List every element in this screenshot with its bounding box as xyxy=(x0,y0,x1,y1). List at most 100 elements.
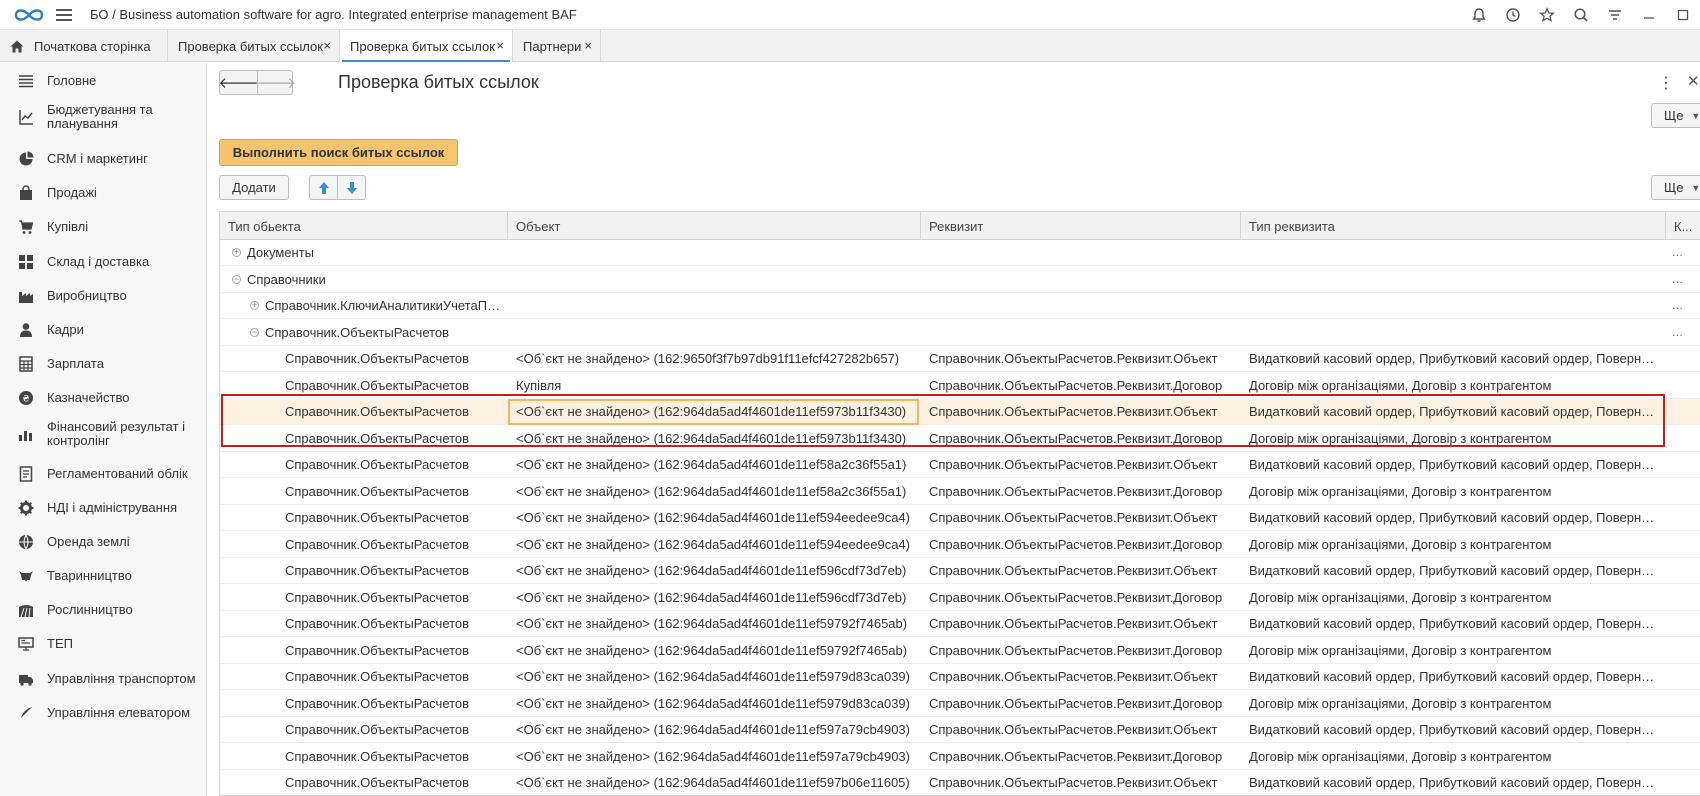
tab-partners[interactable]: Партнери × xyxy=(513,30,601,62)
table-row[interactable]: Справочник.ОбъектыРасчетов <Об`єкт не зн… xyxy=(220,426,1700,452)
maximize-icon[interactable] xyxy=(1666,0,1700,30)
cell-object-type: Справочник.ОбъектыРасчетов xyxy=(285,510,470,525)
cell-attribute-type: Договір між організаціями, Договір з кон… xyxy=(1249,483,1552,499)
sidebar-item-production[interactable]: Виробництво xyxy=(0,280,207,312)
sidebar-item-budgeting[interactable]: Бюджетування та планування xyxy=(0,97,207,137)
cell-object[interactable]: Купівля xyxy=(516,373,916,399)
cell-object[interactable]: <Об`єкт не знайдено> (162:964da5ad4f4601… xyxy=(508,399,919,425)
table-row[interactable]: Справочник.ОбъектыРасчетов <Об`єкт не зн… xyxy=(220,638,1700,664)
tab-home[interactable]: Початкова сторінка xyxy=(0,30,168,62)
tab-close-icon[interactable]: × xyxy=(496,38,504,53)
sidebar-item-hr[interactable]: Кадри xyxy=(0,314,207,346)
table-row[interactable]: Справочник.ОбъектыРасчетов <Об`єкт не зн… xyxy=(220,585,1700,611)
forward-arrow-icon[interactable]: 🡒 xyxy=(256,71,296,94)
filter-icon[interactable] xyxy=(1598,0,1632,30)
expand-icon[interactable]: + xyxy=(250,301,259,310)
collapse-icon[interactable]: − xyxy=(232,274,241,284)
sidebar-item-crm[interactable]: CRM і маркетинг xyxy=(0,143,207,175)
cell-object[interactable]: <Об`єкт не знайдено> (162:964da5ad4f4601… xyxy=(516,532,916,558)
cell-object[interactable]: <Об`єкт не знайдено> (162:964da5ad4f4601… xyxy=(516,479,916,505)
sidebar-item-crop-production[interactable]: Рослинництво xyxy=(0,594,207,626)
add-button[interactable]: Додати xyxy=(219,175,289,200)
table-row[interactable]: Справочник.ОбъектыРасчетов <Об`єкт не зн… xyxy=(220,452,1700,478)
tab-close-icon[interactable]: × xyxy=(584,38,592,53)
cell-object[interactable]: <Об`єкт не знайдено> (162:964da5ad4f4601… xyxy=(516,717,916,743)
sidebar-item-salary[interactable]: Зарплата xyxy=(0,348,207,380)
sidebar-item-admin[interactable]: НДІ і адміністрування xyxy=(0,492,207,524)
cell-object[interactable]: <Об`єкт не знайдено> (162:964da5ad4f4601… xyxy=(516,611,916,637)
more-vertical-icon[interactable]: ⋮ xyxy=(1658,73,1674,93)
move-up-icon[interactable] xyxy=(310,176,337,199)
column-header-object-type[interactable]: Тип обьекта xyxy=(220,212,507,240)
cell-object[interactable]: <Об`єкт не знайдено> (162:9650f3f7b97db9… xyxy=(516,346,916,372)
cell-object[interactable]: <Об`єкт не знайдено> (162:964da5ad4f4601… xyxy=(516,638,916,664)
sidebar-item-elevator[interactable]: Управління елеватором xyxy=(0,697,207,729)
cell-object[interactable]: <Об`єкт не знайдено> (162:964da5ad4f4601… xyxy=(516,744,916,770)
group-row[interactable]: − Справочник.ОбъектыРасчетов ... xyxy=(220,320,1700,346)
sidebar-item-treasury[interactable]: ₴ Казначейство xyxy=(0,382,207,414)
form-more-button[interactable]: Ще ▼ xyxy=(1651,103,1700,128)
sidebar-item-main[interactable]: Головне xyxy=(0,65,207,97)
table-more-button[interactable]: Ще ▼ xyxy=(1651,175,1700,200)
table-row[interactable]: Справочник.ОбъектыРасчетов <Об`єкт не зн… xyxy=(220,399,1700,425)
move-down-icon[interactable] xyxy=(337,176,365,199)
sidebar-item-warehouse[interactable]: Склад і доставка xyxy=(0,246,207,278)
table-row[interactable]: Справочник.ОбъектыРасчетов <Об`єкт не зн… xyxy=(220,744,1700,770)
history-icon[interactable] xyxy=(1496,0,1530,30)
sidebar-item-land-lease[interactable]: Оренда землі xyxy=(0,526,207,558)
sidebar-item-financial-result[interactable]: Фінансовий результат і контролінг xyxy=(0,414,207,454)
table-row[interactable]: Справочник.ОбъектыРасчетов <Об`єкт не зн… xyxy=(220,558,1700,584)
sidebar-item-livestock[interactable]: Тваринництво xyxy=(0,560,207,592)
table-row[interactable]: Справочник.ОбъектыРасчетов <Об`єкт не зн… xyxy=(220,532,1700,558)
table-row[interactable]: Справочник.ОбъектыРасчетов <Об`єкт не зн… xyxy=(220,505,1700,531)
table-row[interactable]: Справочник.ОбъектыРасчетов Купівля Справ… xyxy=(220,373,1700,399)
row-more[interactable]: ... xyxy=(1672,293,1683,319)
bell-icon[interactable] xyxy=(1462,0,1496,30)
row-more[interactable]: ... xyxy=(1672,320,1683,346)
table-row[interactable]: Справочник.ОбъектыРасчетов <Об`єкт не зн… xyxy=(220,717,1700,743)
table-row[interactable]: Справочник.ОбъектыРасчетов <Об`єкт не зн… xyxy=(220,479,1700,505)
search-icon[interactable] xyxy=(1564,0,1598,30)
table-row[interactable]: Справочник.ОбъектыРасчетов <Об`єкт не зн… xyxy=(220,664,1700,690)
column-header-attribute[interactable]: Реквизит xyxy=(920,212,1240,240)
cell-object[interactable]: <Об`єкт не знайдено> (162:964da5ad4f4601… xyxy=(516,664,916,690)
table-row[interactable]: Справочник.ОбъектыРасчетов <Об`єкт не зн… xyxy=(220,691,1700,717)
tab-broken-links-1[interactable]: Проверка битых ссылок × xyxy=(168,30,340,62)
back-arrow-icon[interactable]: 🡐 xyxy=(218,71,258,94)
app-logo-icon[interactable] xyxy=(14,5,44,25)
tab-broken-links-2[interactable]: Проверка битых ссылок × xyxy=(340,30,513,62)
main-menu-icon[interactable] xyxy=(56,7,72,23)
table-row[interactable]: Справочник.ОбъектыРасчетов <Об`єкт не зн… xyxy=(220,346,1700,372)
column-header-k[interactable]: К... xyxy=(1665,212,1700,240)
group-row[interactable]: − Справочники ... xyxy=(220,267,1700,293)
sidebar-item-regulated-accounting[interactable]: Регламентований облік xyxy=(0,458,207,490)
column-header-object[interactable]: Объект xyxy=(507,212,920,240)
sidebar-item-purchases[interactable]: Купівлі xyxy=(0,211,207,243)
table-row[interactable]: Справочник.ОбъектыРасчетов <Об`єкт не зн… xyxy=(220,770,1700,795)
cell-object[interactable]: <Об`єкт не знайдено> (162:964da5ad4f4601… xyxy=(516,558,916,584)
expand-icon[interactable]: + xyxy=(232,248,241,257)
star-icon[interactable] xyxy=(1530,0,1564,30)
cell-attribute-type: Видатковий касовий ордер, Прибутковий ка… xyxy=(1249,775,1659,790)
sidebar-item-sales[interactable]: Продажі xyxy=(0,177,207,209)
minimize-icon[interactable] xyxy=(1632,0,1666,30)
group-row[interactable]: + Документы ... xyxy=(220,240,1700,266)
sidebar-item-transport[interactable]: Управління транспортом xyxy=(0,663,207,695)
row-more[interactable]: ... xyxy=(1672,267,1683,293)
collapse-icon[interactable]: − xyxy=(250,327,259,337)
run-broken-links-search-button[interactable]: Выполнить поиск битых ссылок xyxy=(219,139,458,166)
close-icon[interactable]: ✕ xyxy=(1687,72,1700,90)
cell-object[interactable]: <Об`єкт не знайдено> (162:964da5ad4f4601… xyxy=(516,770,916,795)
column-header-attribute-type[interactable]: Тип реквизита xyxy=(1240,212,1665,240)
cell-object-type: Справочник.ОбъектыРасчетов xyxy=(285,563,470,578)
cell-object[interactable]: <Об`єкт не знайдено> (162:964da5ad4f4601… xyxy=(516,585,916,611)
sidebar-item-tep[interactable]: ТЕП xyxy=(0,628,207,660)
row-more[interactable]: ... xyxy=(1672,240,1683,266)
tab-close-icon[interactable]: × xyxy=(323,38,331,53)
table-row[interactable]: Справочник.ОбъектыРасчетов <Об`єкт не зн… xyxy=(220,611,1700,637)
cell-object[interactable]: <Об`єкт не знайдено> (162:964da5ad4f4601… xyxy=(516,505,916,531)
cell-object[interactable]: <Об`єкт не знайдено> (162:964da5ad4f4601… xyxy=(516,691,916,717)
cell-object[interactable]: <Об`єкт не знайдено> (162:964da5ad4f4601… xyxy=(516,452,916,478)
group-row[interactable]: + Справочник.КлючиАналитикиУчетаПо... ..… xyxy=(220,293,1700,319)
cell-object[interactable]: <Об`єкт не знайдено> (162:964da5ad4f4601… xyxy=(516,426,916,452)
